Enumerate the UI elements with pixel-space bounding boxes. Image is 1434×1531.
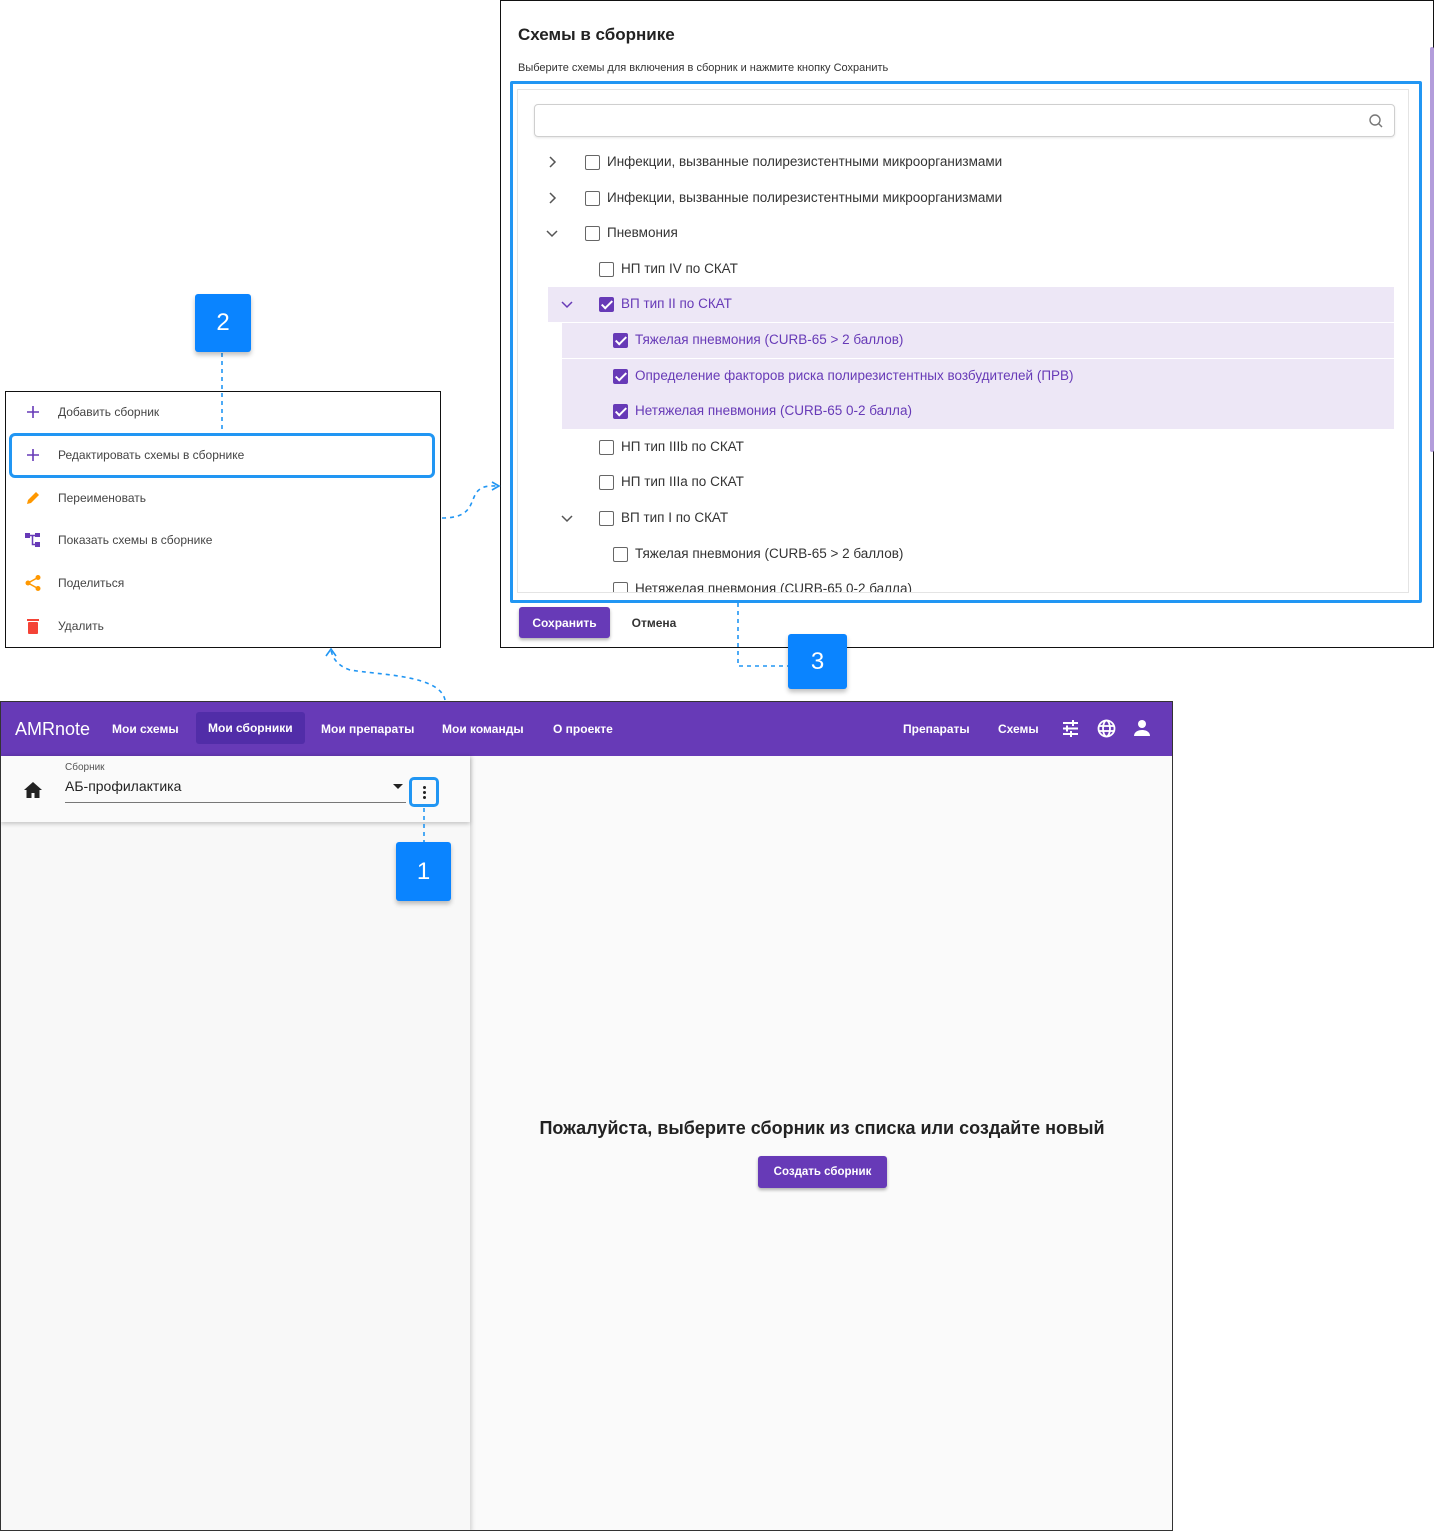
tree-item[interactable]: Тяжелая пневмония (CURB-65 > 2 баллов) — [518, 537, 1394, 572]
collection-selector-bar: Сборник АБ-профилактика — [1, 756, 470, 822]
tree-item-label: НП тип IIIb по СКАТ — [621, 438, 744, 454]
collection-value: АБ-профилактика — [65, 778, 182, 794]
home-icon[interactable] — [24, 782, 42, 798]
callout-3: 3 — [788, 634, 847, 689]
tree-item[interactable]: НП тип IIIa по СКАТ — [518, 465, 1394, 500]
tree-item[interactable]: Нетяжелая пневмония (CURB-65 0-2 балла) — [562, 394, 1394, 430]
tree-item-label: Тяжелая пневмония (CURB-65 > 2 баллов) — [635, 545, 904, 561]
pencil-icon — [27, 491, 39, 504]
checkbox[interactable] — [599, 297, 614, 313]
menu-item-label: Показать схемы в сборнике — [58, 533, 213, 548]
menu-item[interactable]: Переименовать — [6, 478, 440, 518]
checkbox[interactable] — [599, 475, 614, 491]
tree-item-label: Нетяжелая пневмония (CURB-65 0-2 балла) — [635, 403, 912, 419]
tree-item-label: Пневмония — [607, 225, 678, 241]
tree-item[interactable]: Определение факторов риска полирезистент… — [562, 358, 1394, 394]
menu-item-label: Удалить — [58, 619, 104, 633]
dialog-subtitle: Выберите схемы для включения в сборник и… — [518, 62, 889, 74]
chevron-right-icon[interactable] — [545, 155, 559, 169]
brand-logo[interactable]: AMRnote — [15, 702, 90, 756]
empty-state-message: Пожалуйста, выберите сборник из списка и… — [539, 1118, 1105, 1138]
top-navbar: AMRnote Мои схемы Мои сборники Мои препа… — [1, 702, 1172, 756]
globe-icon[interactable] — [1097, 719, 1116, 738]
nav-my-teams[interactable]: Мои команды — [442, 702, 524, 756]
scheme-tree-panel: Инфекции, вызванные полирезистентными ми… — [517, 89, 1409, 593]
menu-item[interactable]: Поделиться — [6, 563, 440, 603]
checkbox[interactable] — [599, 261, 614, 277]
menu-item-label: Редактировать схемы в сборнике — [58, 447, 245, 462]
checkbox[interactable] — [585, 226, 600, 242]
checkbox[interactable] — [613, 582, 628, 592]
menu-item[interactable]: Показать схемы в сборнике — [6, 520, 440, 560]
collection-label: Сборник — [65, 762, 105, 773]
app-window: AMRnote Мои схемы Мои сборники Мои препа… — [0, 701, 1173, 1531]
nav-drugs[interactable]: Препараты — [903, 702, 970, 756]
menu-item[interactable]: Добавить сборник — [6, 392, 440, 432]
nav-schemes[interactable]: Схемы — [998, 702, 1039, 756]
menu-item-label: Переименовать — [58, 490, 146, 505]
create-collection-button[interactable]: Создать сборник — [758, 1156, 887, 1188]
checkbox[interactable] — [585, 190, 600, 206]
tree-item-label: НП тип IIIa по СКАТ — [621, 474, 744, 490]
chevron-down-icon[interactable] — [560, 297, 574, 311]
checkbox[interactable] — [613, 333, 628, 348]
dropdown-arrow-icon — [393, 784, 403, 789]
tree-item[interactable]: Инфекции, вызванные полирезистентными ми… — [518, 145, 1394, 180]
search-icon[interactable] — [1368, 113, 1384, 129]
menu-item[interactable]: Редактировать схемы в сборнике — [6, 435, 440, 475]
more-options-button[interactable] — [409, 777, 439, 807]
tree-item-label: НП тип IV по СКАТ — [621, 260, 738, 276]
callout-1: 1 — [396, 842, 451, 901]
tree-icon — [25, 533, 40, 548]
tree-item[interactable]: НП тип IV по СКАТ — [518, 252, 1394, 287]
nav-about[interactable]: О проекте — [553, 702, 613, 756]
checkbox[interactable] — [599, 439, 614, 455]
checkbox[interactable] — [613, 404, 628, 420]
checkbox[interactable] — [613, 546, 628, 562]
search-input[interactable] — [534, 104, 1395, 137]
plus-icon — [27, 448, 39, 461]
checkbox[interactable] — [585, 155, 600, 170]
collection-schemes-dialog: Схемы в сборнике Выберите схемы для вклю… — [500, 0, 1434, 648]
tree-item[interactable]: ВП тип II по СКАТ — [548, 287, 1394, 323]
tree-item[interactable]: Нетяжелая пневмония (CURB-65 0-2 балла) — [518, 572, 1394, 593]
chevron-down-icon[interactable] — [545, 226, 559, 240]
nav-my-collections[interactable]: Мои сборники — [196, 712, 305, 744]
menu-item-label: Добавить сборник — [58, 405, 160, 419]
tree-item[interactable]: Инфекции, вызванные полирезистентными ми… — [518, 181, 1394, 216]
account-icon[interactable] — [1133, 719, 1151, 737]
tree-item-label: ВП тип I по СКАТ — [621, 510, 729, 525]
tree-item-label: Нетяжелая пневмония (CURB-65 0-2 балла) — [635, 581, 912, 593]
dialog-title: Схемы в сборнике — [518, 25, 675, 44]
share-icon — [25, 575, 41, 592]
tree-item[interactable]: Пневмония — [518, 216, 1394, 251]
cancel-button[interactable]: Отмена — [619, 607, 689, 638]
checkbox[interactable] — [613, 368, 628, 384]
tree-item-label: Инфекции, вызванные полирезистентными ми… — [607, 189, 1003, 205]
nav-my-schemes[interactable]: Мои схемы — [112, 702, 179, 756]
chevron-right-icon[interactable] — [545, 191, 559, 205]
scrollbar[interactable] — [1430, 47, 1434, 452]
tree-item-label: Инфекции, вызванные полирезистентными ми… — [607, 154, 1003, 169]
collection-select[interactable]: АБ-профилактика — [65, 778, 406, 803]
tree-item-label: Тяжелая пневмония (CURB-65 > 2 баллов) — [635, 332, 904, 347]
callout-2: 2 — [195, 294, 251, 352]
trash-icon — [27, 619, 39, 634]
tree-item[interactable]: ВП тип I по СКАТ — [518, 501, 1394, 536]
tune-icon[interactable] — [1061, 719, 1080, 738]
plus-icon — [27, 406, 39, 418]
nav-my-drugs[interactable]: Мои препараты — [321, 702, 414, 756]
tree-item-label: Определение факторов риска полирезистент… — [635, 367, 1074, 383]
tree-item-label: ВП тип II по СКАТ — [621, 296, 732, 312]
menu-item-label: Поделиться — [58, 576, 125, 591]
checkbox[interactable] — [599, 511, 614, 526]
collection-actions-menu: Добавить сборник Редактировать схемы в сб… — [5, 391, 441, 648]
save-button[interactable]: Сохранить — [519, 607, 610, 638]
tree-item[interactable]: Тяжелая пневмония (CURB-65 > 2 баллов) — [562, 323, 1394, 358]
tree-item[interactable]: НП тип IIIb по СКАТ — [518, 430, 1394, 465]
menu-item[interactable]: Удалить — [6, 606, 440, 646]
chevron-down-icon[interactable] — [560, 511, 574, 525]
